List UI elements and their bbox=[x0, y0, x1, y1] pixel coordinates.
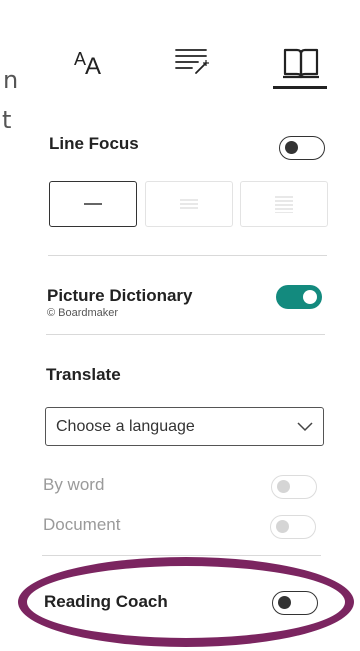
document-toggle[interactable] bbox=[270, 515, 316, 539]
active-tab-indicator bbox=[273, 86, 327, 89]
line-focus-three-lines-button[interactable] bbox=[145, 181, 233, 227]
document-label: Document bbox=[43, 515, 121, 534]
picture-dictionary-toggle[interactable] bbox=[276, 285, 322, 309]
tab-text-preferences[interactable] bbox=[170, 40, 214, 80]
translate-label: Translate bbox=[46, 365, 121, 384]
reading-coach-toggle[interactable] bbox=[272, 591, 318, 615]
chevron-down-icon bbox=[297, 422, 313, 432]
language-select[interactable]: Choose a language bbox=[45, 407, 324, 446]
text-size-icon: A A bbox=[74, 49, 101, 77]
three-lines-icon bbox=[180, 199, 198, 209]
svg-text:A: A bbox=[85, 53, 101, 77]
one-line-icon bbox=[84, 203, 102, 205]
reading-coach-label: Reading Coach bbox=[44, 592, 168, 611]
immersive-reader-settings-panel bbox=[30, 0, 360, 651]
book-icon bbox=[283, 48, 319, 79]
document-text-fragment: n bbox=[3, 66, 19, 94]
tab-text-size[interactable]: A A bbox=[70, 40, 110, 80]
divider bbox=[48, 255, 327, 256]
divider bbox=[42, 555, 321, 556]
line-focus-label: Line Focus bbox=[49, 134, 139, 153]
by-word-toggle[interactable] bbox=[271, 475, 317, 499]
by-word-label: By word bbox=[43, 475, 105, 494]
line-focus-five-lines-button[interactable] bbox=[240, 181, 328, 227]
language-select-value: Choose a language bbox=[56, 417, 195, 435]
picture-dictionary-label: Picture Dictionary bbox=[47, 286, 193, 305]
document-text-fragment: t bbox=[2, 106, 12, 134]
five-lines-icon bbox=[275, 196, 293, 213]
line-focus-toggle[interactable] bbox=[279, 136, 325, 160]
line-focus-one-line-button[interactable] bbox=[49, 181, 137, 227]
text-preferences-icon bbox=[175, 49, 209, 74]
divider bbox=[46, 334, 325, 335]
tab-reading-preferences[interactable] bbox=[278, 42, 324, 82]
boardmaker-credit: © Boardmaker bbox=[47, 307, 119, 319]
